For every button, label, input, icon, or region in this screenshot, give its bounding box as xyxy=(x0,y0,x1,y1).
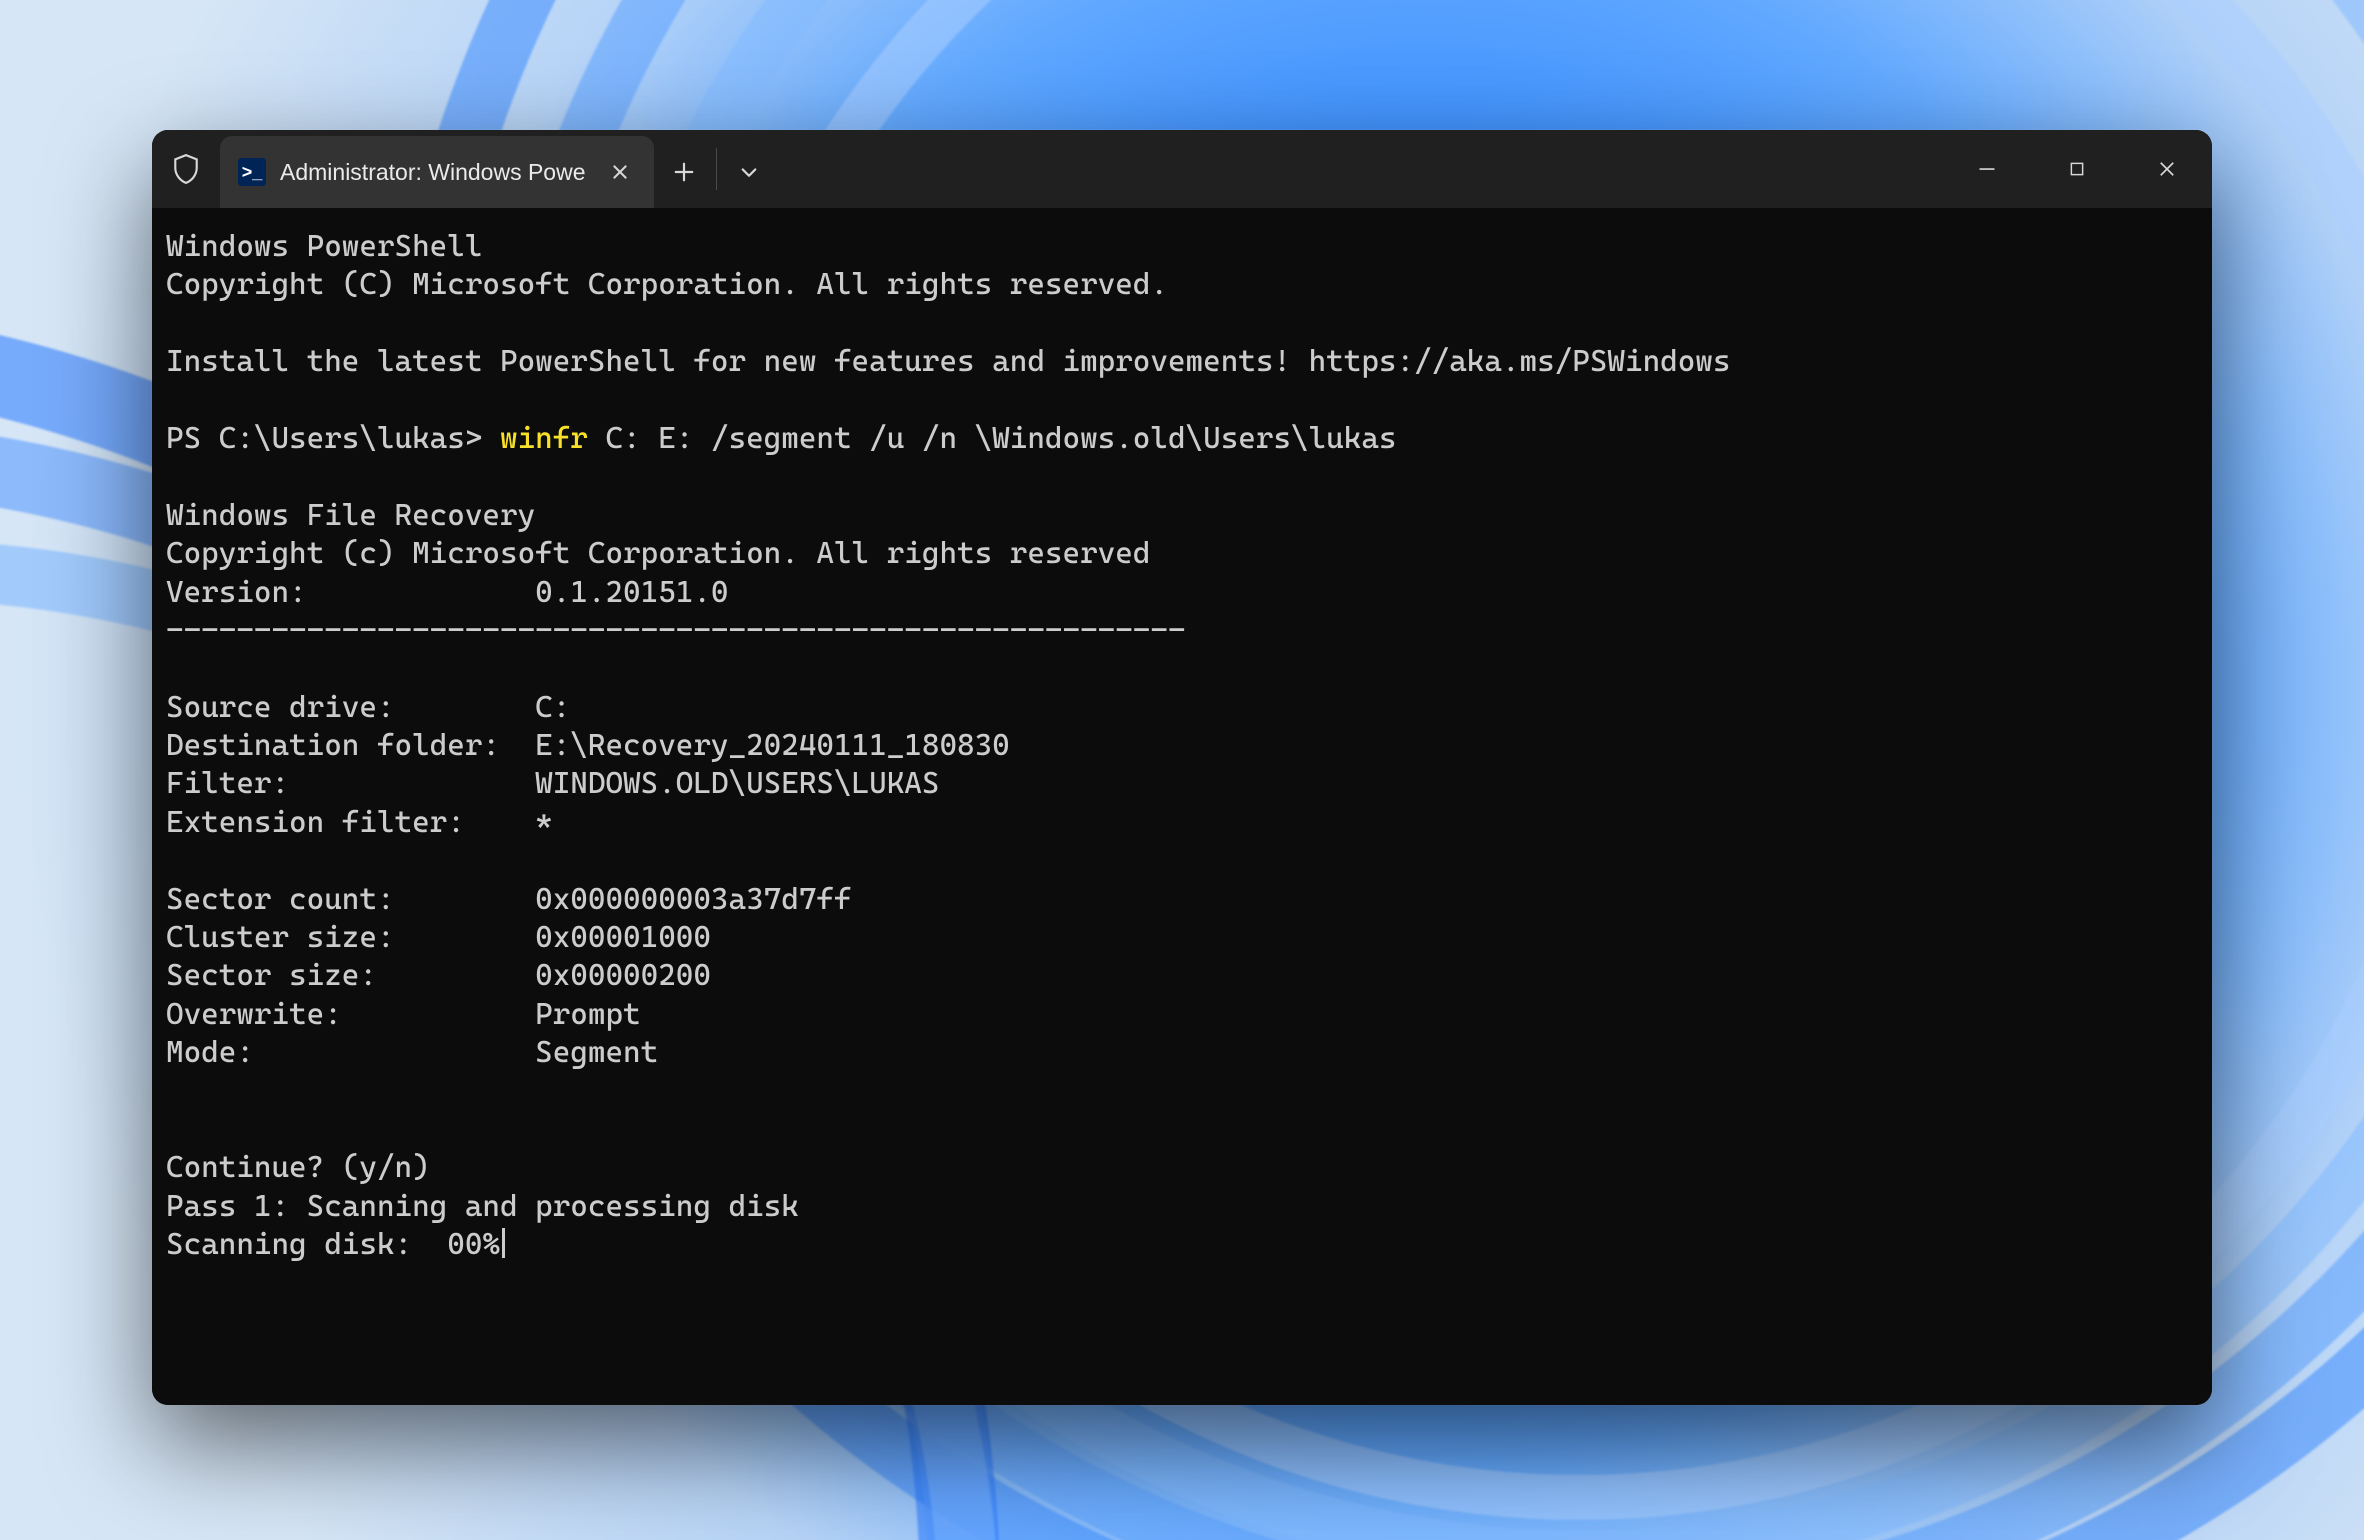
sector-size: Sector size: 0x00000200 xyxy=(166,958,711,993)
sector-count: Sector count: 0x000000003a37d7ff xyxy=(166,882,852,917)
recovery-mode: Mode: Segment xyxy=(166,1035,658,1070)
terminal-window: >_ Administrator: Windows Powe xyxy=(152,130,2212,1405)
tab-dropdown-button[interactable] xyxy=(719,136,779,208)
scan-progress: Scanning disk: 00% xyxy=(166,1227,500,1262)
overwrite-mode: Overwrite: Prompt xyxy=(166,997,641,1032)
titlebar[interactable]: >_ Administrator: Windows Powe xyxy=(152,130,2212,208)
ps-install-hint: Install the latest PowerShell for new fe… xyxy=(166,344,1730,379)
ps-banner-line2: Copyright (C) Microsoft Corporation. All… xyxy=(166,267,1168,302)
filter: Filter: WINDOWS.OLD\USERS\LUKAS xyxy=(166,766,939,801)
cluster-size: Cluster size: 0x00001000 xyxy=(166,920,711,955)
terminal-output: Windows PowerShell Copyright (C) Microso… xyxy=(166,228,2198,1265)
tab-title: Administrator: Windows Powe xyxy=(280,159,586,186)
extension-filter: Extension filter: * xyxy=(166,805,553,840)
destination-folder: Destination folder: E:\Recovery_20240111… xyxy=(166,728,1010,763)
winfr-copyright: Copyright (c) Microsoft Corporation. All… xyxy=(166,536,1150,571)
titlebar-divider xyxy=(716,148,717,190)
prompt-prefix: PS C:\Users\lukas> xyxy=(166,421,500,456)
minimize-button[interactable] xyxy=(1942,130,2032,208)
tab-active[interactable]: >_ Administrator: Windows Powe xyxy=(220,136,654,208)
command-args: C: E: /segment /u /n \Windows.old\Users\… xyxy=(588,421,1397,456)
winfr-title: Windows File Recovery xyxy=(166,498,535,533)
tab-close-button[interactable] xyxy=(606,158,634,186)
ps-banner-line1: Windows PowerShell xyxy=(166,229,482,264)
maximize-button[interactable] xyxy=(2032,130,2122,208)
separator-rule: ----------------------------------------… xyxy=(166,613,1186,648)
admin-shield-icon xyxy=(152,130,220,208)
desktop-wallpaper: >_ Administrator: Windows Powe xyxy=(0,0,2364,1540)
cursor xyxy=(502,1228,505,1258)
close-button[interactable] xyxy=(2122,130,2212,208)
pass-status: Pass 1: Scanning and processing disk xyxy=(166,1189,799,1224)
terminal-body[interactable]: Windows PowerShell Copyright (C) Microso… xyxy=(152,208,2212,1405)
source-drive: Source drive: C: xyxy=(166,690,570,725)
powershell-icon: >_ xyxy=(238,158,266,186)
winfr-version: Version: 0.1.20151.0 xyxy=(166,575,729,610)
continue-prompt: Continue? (y/n) xyxy=(166,1150,430,1185)
new-tab-button[interactable] xyxy=(654,136,714,208)
command-name: winfr xyxy=(500,421,588,456)
